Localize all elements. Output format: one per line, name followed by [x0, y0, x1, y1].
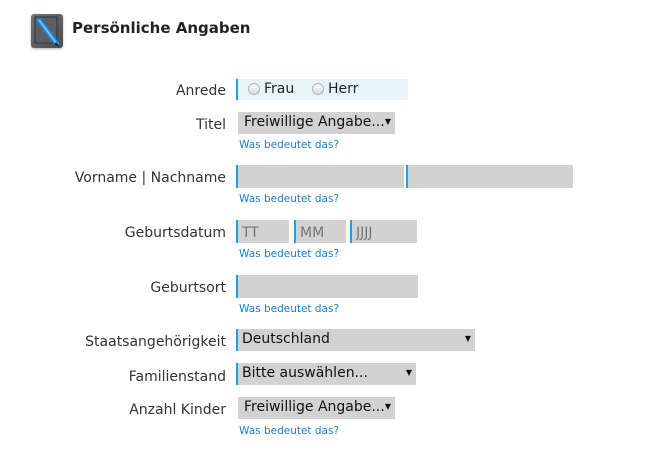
geburtsort-label: Geburtsort	[150, 280, 226, 296]
geburtsdatum-year-input[interactable]	[350, 220, 417, 243]
kinder-help-link[interactable]: Was bedeutet das?	[239, 425, 339, 437]
geburtsdatum-help-link[interactable]: Was bedeutet das?	[239, 248, 339, 260]
geburtsort-help-link[interactable]: Was bedeutet das?	[239, 303, 339, 315]
familienstand-label: Familienstand	[128, 369, 226, 385]
name-label: Vorname | Nachname	[74, 170, 226, 186]
dropdown-arrow-icon: ▼	[384, 402, 391, 411]
titel-select-value: Freiwillige Angabe...	[244, 114, 385, 130]
pen-edit-icon	[31, 14, 63, 48]
staatsangehoerigkeit-select[interactable]: Deutschland ▼	[236, 329, 475, 351]
familienstand-select-value: Bitte auswählen...	[242, 365, 368, 381]
kinder-select[interactable]: Freiwillige Angabe... ▼	[238, 397, 395, 419]
section-title: Persönliche Angaben	[72, 19, 251, 37]
titel-help-link[interactable]: Was bedeutet das?	[239, 139, 339, 151]
anrede-radio-herr[interactable]	[312, 83, 324, 95]
anrede-radio-group: Frau Herr	[236, 79, 408, 100]
titel-select[interactable]: Freiwillige Angabe... ▼	[238, 112, 395, 134]
dropdown-arrow-icon: ▼	[405, 368, 412, 377]
geburtsdatum-month-input[interactable]	[294, 220, 346, 243]
anrede-radio-frau[interactable]	[248, 83, 260, 95]
nachname-input[interactable]	[406, 165, 573, 188]
kinder-select-value: Freiwillige Angabe...	[244, 399, 385, 415]
geburtsort-input[interactable]	[236, 275, 418, 298]
staatsangehoerigkeit-select-value: Deutschland	[242, 331, 330, 347]
familienstand-select[interactable]: Bitte auswählen... ▼	[236, 363, 416, 385]
dropdown-arrow-icon: ▼	[384, 117, 391, 126]
geburtsdatum-label: Geburtsdatum	[124, 225, 226, 241]
dropdown-arrow-icon: ▼	[464, 334, 471, 343]
titel-label: Titel	[195, 117, 226, 133]
anrede-frau-label[interactable]: Frau	[264, 81, 294, 97]
name-help-link[interactable]: Was bedeutet das?	[239, 193, 339, 205]
kinder-label: Anzahl Kinder	[129, 402, 226, 418]
staatsangehoerigkeit-label: Staatsangehörigkeit	[85, 334, 226, 350]
vorname-input[interactable]	[236, 165, 404, 188]
anrede-herr-label[interactable]: Herr	[328, 81, 358, 97]
geburtsdatum-day-input[interactable]	[236, 220, 289, 243]
anrede-label: Anrede	[175, 83, 226, 99]
